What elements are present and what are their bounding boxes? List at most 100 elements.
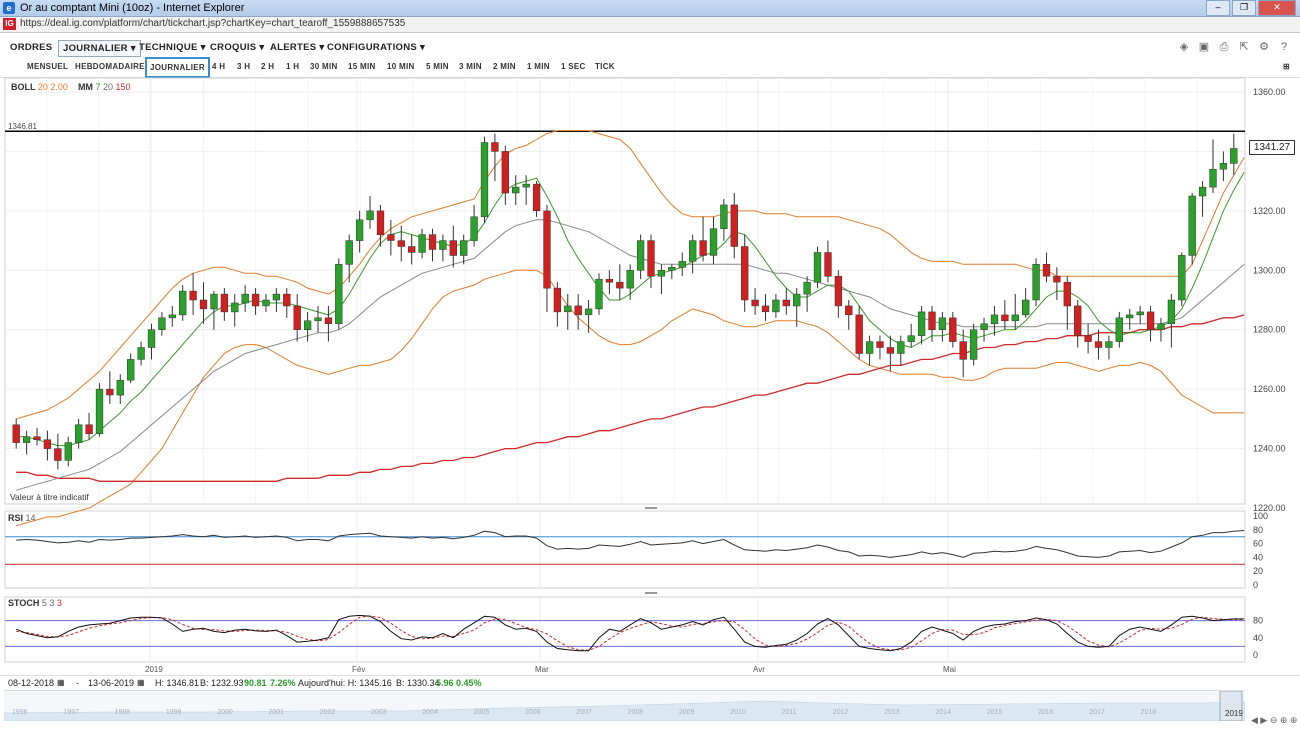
candle-body	[1198, 186, 1207, 197]
calendar-icon[interactable]: ▦	[57, 678, 65, 687]
candle-body	[772, 299, 780, 313]
info-bar: 08-12-2018 ▦ - 13-06-2019 ▦ H: 1346.81 B…	[0, 675, 1300, 690]
candle-body	[720, 204, 728, 229]
rsi-tick-label: 80	[1253, 525, 1263, 535]
candle-body	[689, 240, 697, 262]
nav-controls[interactable]: ◀ ▶ ⊖ ⊕ ⊕	[1251, 715, 1297, 726]
today-change-pct: 0.45%	[456, 678, 482, 688]
chart-area[interactable]: 1360.001340.001320.001300.001280.001260.…	[0, 0, 1300, 690]
candle-body	[262, 299, 270, 307]
today-change: 5.96	[436, 678, 454, 688]
legend-mm20: 20	[102, 82, 113, 92]
candle-body	[605, 278, 614, 283]
rsi-tick-label: 60	[1253, 539, 1263, 549]
candle-body	[678, 261, 686, 268]
candle-body	[168, 314, 176, 319]
candle-body	[241, 293, 249, 304]
timeline-navigator[interactable]: 1996 1997 1998 1999 2000 2001 2002 2003 2004 2005…	[4, 690, 1245, 721]
candle-body	[897, 341, 905, 354]
nav-year-label: 2006	[525, 709, 541, 716]
today-low: B: 1330.34	[396, 678, 440, 688]
candle-body	[959, 341, 967, 360]
candle-body	[75, 424, 83, 443]
candle-body	[397, 240, 405, 247]
candle-body	[907, 335, 915, 342]
candle-body	[293, 305, 301, 330]
price-tick-label: 1260.00	[1253, 384, 1286, 394]
price-tick-label: 1240.00	[1253, 444, 1286, 454]
candle-body	[33, 436, 41, 440]
calendar-icon[interactable]: ▦	[137, 678, 145, 687]
candle-body	[272, 293, 281, 301]
candle-body	[1074, 305, 1082, 336]
candle-body	[1094, 341, 1103, 348]
candle-body	[1209, 169, 1217, 188]
period-low: B: 1232.93	[200, 678, 244, 688]
candle-body	[303, 320, 312, 330]
candle-body	[1178, 255, 1186, 301]
date-from[interactable]: 08-12-2018	[8, 678, 54, 688]
nav-year-label: 2003	[371, 709, 387, 716]
candle-body	[491, 142, 499, 152]
price-tick-label: 1320.00	[1253, 206, 1286, 216]
candle-body	[730, 204, 738, 247]
candle-body	[387, 234, 395, 241]
candle-body	[501, 151, 509, 194]
candle-body	[969, 329, 978, 360]
candle-body	[1115, 317, 1123, 342]
nav-year-label: 2004	[422, 709, 438, 716]
nav-year-label: 1996	[12, 709, 28, 716]
date-to[interactable]: 13-06-2019	[88, 678, 134, 688]
price-tick-label: 1300.00	[1253, 265, 1286, 275]
panel-resize-handle[interactable]	[645, 592, 657, 594]
candle-body	[324, 317, 333, 324]
candle-body	[709, 228, 718, 256]
candle-body	[1063, 281, 1071, 307]
candle-body	[1022, 299, 1030, 316]
price-tick-label: 1280.00	[1253, 325, 1286, 335]
candle-body	[803, 281, 811, 295]
candle-body	[1167, 299, 1176, 325]
candle-body	[761, 305, 770, 313]
x-tick-label: Mai	[943, 665, 956, 674]
candle-body	[1219, 163, 1228, 170]
indicative-note: Valeur à titre indicatif	[10, 492, 89, 502]
candle-body	[345, 240, 353, 265]
candle-body	[408, 246, 416, 253]
stoch-tick-label: 80	[1253, 616, 1263, 626]
candle-body	[980, 323, 988, 330]
candle-body	[626, 270, 634, 289]
legend-rsi: RSI 14	[8, 513, 36, 523]
candle-body	[1126, 314, 1134, 319]
panel-resize-handle[interactable]	[645, 507, 657, 509]
candle-body	[1157, 323, 1165, 330]
candle-body	[22, 436, 31, 443]
candle-body	[1053, 275, 1061, 283]
candle-body	[460, 240, 468, 256]
candle-body	[428, 234, 437, 250]
candle-body	[314, 317, 322, 322]
panel-frame	[4, 510, 1246, 589]
x-tick-label: 2019	[145, 665, 163, 674]
candle-body	[220, 293, 229, 313]
candle-body	[584, 308, 593, 316]
nav-year-label: 2010	[730, 709, 746, 716]
nav-year-label: 2005	[473, 709, 490, 716]
rsi-label: RSI	[8, 513, 24, 523]
candle-body	[43, 439, 52, 449]
candle-body	[1105, 341, 1113, 348]
candle-body	[1136, 311, 1144, 316]
candle-body	[179, 290, 187, 316]
today-high: Aujourd'hui: H: 1345.16	[298, 678, 392, 688]
nav-year-label: 2018	[1140, 709, 1157, 716]
candle-body	[64, 442, 72, 461]
nav-year-label: 2017	[1089, 709, 1105, 716]
period-change: 90.81	[244, 678, 267, 688]
stoch-label: STOCH	[8, 598, 40, 608]
candle-body	[1032, 264, 1040, 301]
nav-year-label: 2008	[627, 709, 644, 716]
mm150-line	[16, 314, 1245, 482]
candle-body	[116, 379, 124, 396]
candle-body	[470, 216, 478, 241]
candle-body	[1188, 195, 1196, 256]
